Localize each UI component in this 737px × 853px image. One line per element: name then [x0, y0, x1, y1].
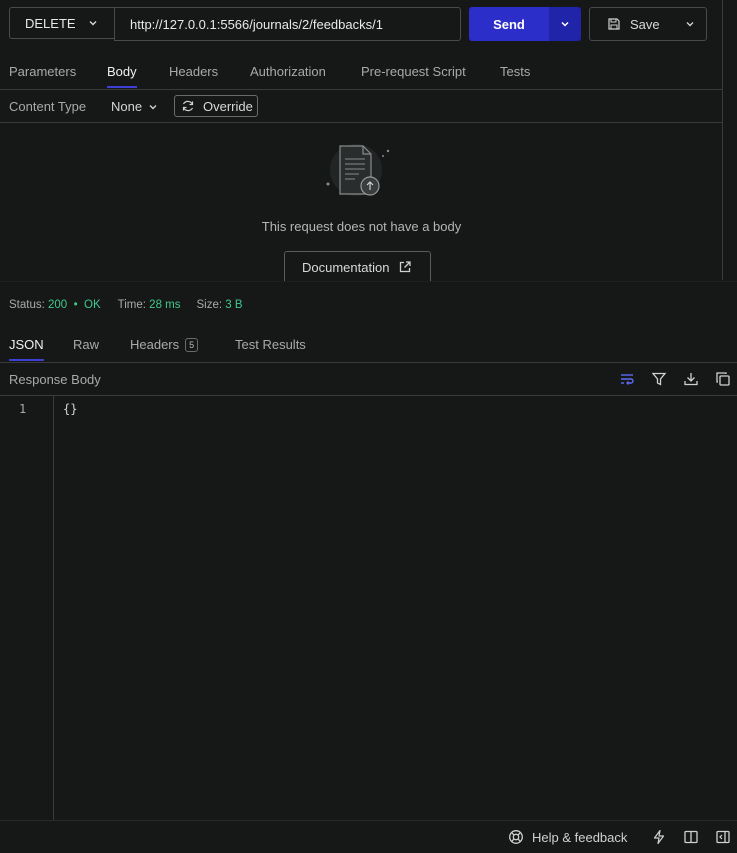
- download-icon[interactable]: [683, 371, 699, 387]
- chevron-down-icon: [147, 101, 159, 113]
- response-body-label: Response Body: [9, 372, 101, 387]
- chevron-down-icon: [87, 17, 99, 29]
- size-label: Size:: [196, 299, 223, 311]
- send-options-button[interactable]: [549, 7, 581, 41]
- tab-tests[interactable]: Tests: [500, 64, 530, 79]
- panel-collapse-icon[interactable]: [715, 829, 731, 845]
- chevron-down-icon: [559, 18, 571, 30]
- empty-body-message: This request does not have a body: [261, 219, 462, 234]
- response-code[interactable]: {}: [63, 402, 77, 416]
- tab-test-results[interactable]: Test Results: [235, 337, 306, 352]
- tab-body[interactable]: Body: [107, 64, 137, 88]
- status-separator: •: [73, 299, 78, 311]
- pane-divider: [722, 0, 723, 280]
- status-text: OK: [84, 299, 101, 311]
- time-label: Time:: [117, 299, 146, 311]
- response-body-header: Response Body: [0, 363, 737, 396]
- documentation-button[interactable]: Documentation: [284, 251, 431, 282]
- tab-authorization[interactable]: Authorization: [250, 64, 326, 79]
- content-type-select[interactable]: None: [111, 99, 159, 114]
- time-value: 28 ms: [149, 299, 181, 311]
- wrap-lines-icon[interactable]: [619, 371, 635, 387]
- content-type-label: Content Type: [9, 99, 87, 114]
- filter-icon[interactable]: [651, 371, 667, 387]
- method-label: DELETE: [25, 15, 76, 31]
- document-upload-icon: [325, 142, 391, 200]
- size-value: 3 B: [225, 299, 243, 311]
- content-type-value: None: [111, 99, 143, 114]
- tab-response-headers-label: Headers: [130, 337, 180, 352]
- pane-separator[interactable]: [0, 281, 737, 282]
- tab-pre-request-script[interactable]: Pre-request Script: [361, 64, 466, 79]
- response-status: Status: 200 • OK Time: 28 ms Size: 3 B: [9, 299, 243, 311]
- line-number: 1: [19, 402, 27, 416]
- save-button[interactable]: Save: [589, 7, 707, 41]
- send-label: Send: [493, 16, 525, 32]
- save-icon: [607, 17, 621, 31]
- columns-icon[interactable]: [683, 829, 699, 845]
- tab-response-headers[interactable]: Headers 5: [130, 337, 199, 352]
- url-text: http://127.0.0.1:5566/journals/2/feedbac…: [130, 16, 383, 32]
- editor-gutter: [53, 396, 54, 820]
- override-label: Override: [203, 98, 253, 114]
- tab-headers[interactable]: Headers: [169, 64, 218, 79]
- override-button[interactable]: Override: [174, 95, 258, 117]
- status-label: Status:: [9, 299, 45, 311]
- bolt-icon[interactable]: [651, 829, 667, 845]
- external-link-icon: [398, 260, 412, 274]
- method-select[interactable]: DELETE: [9, 7, 114, 39]
- response-tabs: JSON Raw Headers 5 Test Results: [0, 329, 737, 363]
- status-code: 200: [48, 299, 68, 311]
- chevron-down-icon[interactable]: [684, 18, 696, 30]
- help-feedback-button[interactable]: Help & feedback: [508, 829, 627, 845]
- send-button[interactable]: Send: [469, 7, 549, 41]
- documentation-label: Documentation: [302, 259, 390, 275]
- request-tabs: Parameters Body Headers Authorization Pr…: [0, 56, 723, 90]
- copy-icon[interactable]: [715, 371, 731, 387]
- headers-count-badge: 5: [185, 338, 199, 352]
- content-type-row: Content Type None: [0, 90, 723, 123]
- tab-json[interactable]: JSON: [9, 337, 44, 361]
- tab-parameters[interactable]: Parameters: [9, 64, 76, 79]
- refresh-icon: [181, 99, 195, 113]
- tab-raw[interactable]: Raw: [73, 337, 99, 352]
- lifebuoy-icon: [508, 829, 524, 845]
- save-label: Save: [630, 16, 660, 32]
- help-feedback-label: Help & feedback: [532, 829, 628, 845]
- url-input[interactable]: http://127.0.0.1:5566/journals/2/feedbac…: [114, 7, 461, 41]
